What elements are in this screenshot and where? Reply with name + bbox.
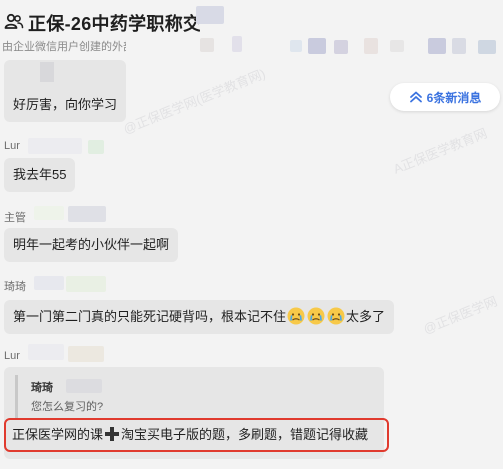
- new-messages-button[interactable]: 6条新消息: [390, 83, 500, 111]
- sender-name[interactable]: 琦琦: [4, 278, 26, 294]
- highlighted-reply-text: 正保医学网的课 淘宝买电子版的题，多刷题，错题记得收藏: [4, 418, 389, 452]
- blurred-area: [364, 38, 378, 54]
- sender-name[interactable]: 主管: [4, 209, 26, 225]
- blurred-area: [34, 276, 64, 290]
- blurred-area: [196, 6, 224, 24]
- chat-header: 正保-26中药学职称交流 由企业微信用户创建的外部群: [0, 0, 503, 64]
- blurred-area: [334, 40, 348, 54]
- blurred-area: [308, 38, 326, 54]
- blurred-area: [200, 38, 214, 52]
- blurred-area: [290, 40, 302, 52]
- sender-name[interactable]: Lur: [4, 350, 20, 362]
- double-chevron-up-icon: [409, 91, 422, 103]
- message-thumbnail: [40, 62, 54, 82]
- blurred-area: [478, 40, 496, 54]
- blurred-area: [66, 379, 102, 393]
- message-bubble[interactable]: 好厉害，向你学习: [4, 88, 126, 122]
- blurred-area: [88, 140, 104, 154]
- watermark: A正保医学教育网: [391, 125, 490, 177]
- reply-text: 正保医学网的课: [12, 427, 104, 442]
- crying-face-emoji-icon: [327, 307, 345, 325]
- message-bubble[interactable]: 明年一起考的小伙伴一起啊: [4, 228, 179, 262]
- blurred-area: [68, 206, 106, 222]
- quote-author: 琦琦: [31, 382, 53, 394]
- message-text: 第一门第二门真的只能死记硬背吗，根本记不住: [13, 309, 287, 324]
- quote-text: 您怎么复习的?: [31, 401, 104, 413]
- sender-name[interactable]: Lur: [4, 140, 20, 152]
- blurred-area: [428, 38, 446, 54]
- blurred-area: [68, 346, 104, 362]
- blurred-area: [390, 40, 404, 52]
- group-subtitle: 由企业微信用户创建的外部群: [2, 41, 126, 53]
- group-icon: [4, 13, 24, 29]
- message-bubble[interactable]: 第一门第二门真的只能死记硬背吗，根本记不住 太多了: [4, 300, 395, 334]
- crying-face-emoji-icon: [287, 307, 305, 325]
- blurred-area: [452, 38, 466, 54]
- chat-window: 正保-26中药学职称交流 由企业微信用户创建的外部群 @正保医学网(医学教育网)…: [0, 0, 503, 469]
- heavy-plus-icon: [105, 427, 120, 441]
- watermark: @正保医学网(医学教育网): [121, 65, 268, 137]
- new-messages-label: 6条新消息: [426, 90, 482, 105]
- message-bubble[interactable]: 我去年55: [4, 158, 76, 192]
- blurred-area: [28, 344, 64, 360]
- message-text: 太多了: [346, 309, 386, 324]
- group-title[interactable]: 正保-26中药学职称交流: [28, 10, 200, 36]
- quoted-message[interactable]: 琦琦 您怎么复习的?: [15, 375, 375, 419]
- blurred-area: [28, 138, 82, 154]
- watermark: @正保医学网: [421, 293, 500, 337]
- crying-face-emoji-icon: [307, 307, 325, 325]
- reply-text: 淘宝买电子版的题，多刷题，错题记得收藏: [121, 427, 369, 442]
- blurred-area: [66, 276, 106, 292]
- blurred-area: [232, 36, 242, 52]
- blurred-area: [34, 206, 64, 220]
